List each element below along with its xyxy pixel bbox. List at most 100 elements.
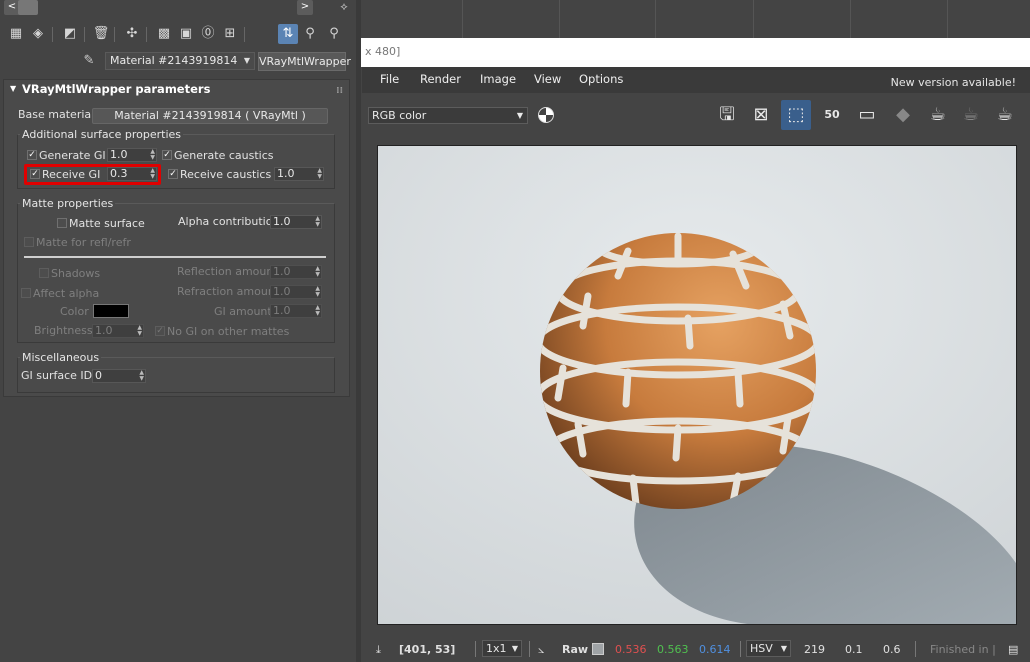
toolbar-separator (84, 27, 85, 42)
generate-caustics-label: Generate caustics (174, 149, 274, 162)
nav-next-button[interactable]: > (297, 0, 313, 15)
show-map-icon[interactable]: ▩ (154, 24, 174, 44)
spinner-arrows-icon[interactable]: ▲ ▼ (317, 168, 322, 180)
frame-icon[interactable]: ▭ (852, 100, 882, 130)
log-icon[interactable]: ▤ (1008, 643, 1018, 656)
channel-value: RGB color (372, 109, 427, 122)
render-image[interactable] (377, 145, 1017, 625)
spinner-arrows-icon[interactable]: ▲ ▼ (315, 305, 320, 317)
delete-icon[interactable]: 🗑 (91, 24, 111, 44)
get-material-icon[interactable]: ▦ (6, 24, 26, 44)
render-teapot-icon[interactable]: ☕ (923, 100, 953, 130)
status-separator (529, 641, 530, 657)
shadows-checkbox[interactable] (39, 268, 49, 278)
render-last-icon[interactable]: ☕ (990, 100, 1020, 130)
brightness-spinner[interactable]: 1.0 ▲ ▼ (92, 324, 144, 338)
receive-gi-spinner[interactable]: 0.3 ▲ ▼ (107, 167, 157, 181)
spinner-arrows-icon[interactable]: ▲ ▼ (137, 325, 142, 337)
go-forward-sibling-icon[interactable]: ⚲ (324, 24, 344, 44)
material-name-text: Material #2143919814 (110, 54, 238, 67)
render-canvas (378, 146, 1016, 624)
pin-icon[interactable]: ⤓ (376, 643, 381, 657)
rollout-header[interactable]: ▼ VRayMtlWrapper parameters ⁞⁞ (4, 80, 349, 98)
color-space-select[interactable]: HSV ▼ (746, 640, 791, 657)
brightness-label: Brightness (34, 324, 93, 337)
gi-amount-value: 1.0 (273, 304, 291, 317)
menu-file[interactable]: File (380, 72, 399, 86)
menu-view[interactable]: View (534, 72, 561, 86)
refraction-amount-label: Refraction amount (177, 285, 280, 298)
pick-material-icon[interactable]: ⚲ (300, 24, 320, 44)
receive-caustics-checkbox[interactable]: ✓ (168, 169, 178, 179)
gi-amount-spinner[interactable]: 1.0 ▲ ▼ (270, 304, 322, 318)
pixel-coords: [401, 53] (399, 643, 456, 656)
raw-mode-label: Raw (562, 643, 589, 656)
status-separator (915, 641, 916, 657)
clear-image-icon[interactable]: ⊠ (746, 100, 776, 130)
spinner-arrows-icon[interactable]: ▲ ▼ (315, 266, 320, 278)
reflection-amount-spinner[interactable]: 1.0 ▲ ▼ (270, 265, 322, 279)
matte-refl-checkbox[interactable] (24, 237, 34, 247)
generate-gi-checkbox[interactable]: ✓ (27, 150, 37, 160)
gi-surface-id-label: GI surface ID (21, 369, 93, 382)
divider (24, 256, 326, 258)
material-type-button[interactable]: VRayMtlWrapper (258, 52, 351, 71)
generate-caustics-checkbox[interactable]: ✓ (162, 150, 172, 160)
put-to-scene-icon[interactable]: ◈ (28, 24, 48, 44)
track-mouse-icon[interactable]: ◆ (888, 100, 918, 130)
zoom-50-icon[interactable]: 50 (817, 100, 847, 130)
affect-alpha-checkbox[interactable] (21, 288, 31, 298)
alpha-contribution-spinner[interactable]: 1.0 ▲ ▼ (270, 215, 322, 229)
panel-menu-icon[interactable]: ⟡ (336, 0, 352, 15)
viewport-gridline (947, 0, 948, 38)
spinner-arrows-icon[interactable]: ▲ ▼ (139, 370, 144, 382)
spinner-arrows-icon[interactable]: ▲ ▼ (315, 216, 320, 228)
viewport-gridline (559, 0, 560, 38)
grip-icon[interactable]: ⁞⁞ (336, 82, 343, 100)
gi-surface-id-spinner[interactable]: 0 ▲ ▼ (92, 369, 146, 383)
refraction-amount-spinner[interactable]: 1.0 ▲ ▼ (270, 285, 322, 299)
parameters-rollout: ▼ VRayMtlWrapper parameters ⁞⁞ Base mate… (3, 79, 350, 397)
spinner-arrows-icon[interactable]: ▲ ▼ (150, 149, 155, 161)
toolbar-separator (114, 27, 115, 42)
spinner-arrows-icon[interactable]: ▲ ▼ (315, 286, 320, 298)
reflection-amount-label: Reflection amount (177, 265, 278, 278)
base-material-button[interactable]: Material #2143919814 ( VRayMtl ) (92, 108, 328, 124)
generate-gi-label: Generate GI (39, 149, 106, 162)
receive-caustics-spinner[interactable]: 1.0 ▲ ▼ (274, 167, 324, 181)
editor-toolbar: ▦ ◈ ◩ 🗑 ✣ ▩ ▣ ⓪ ⊞ ⇅ ⚲ ⚲ (4, 24, 349, 46)
generate-gi-spinner[interactable]: 1.0 ▲ ▼ (107, 148, 157, 162)
save-image-icon[interactable]: 🖫 (712, 100, 742, 130)
save-to-library-icon[interactable]: ▣ (176, 24, 196, 44)
no-gi-mattes-checkbox[interactable]: ✓ (155, 326, 165, 336)
menu-render[interactable]: Render (420, 72, 461, 86)
receive-gi-checkbox[interactable]: ✓ (30, 169, 40, 179)
eyedropper-icon[interactable]: ✎ (80, 51, 98, 71)
material-id-icon[interactable]: ⓪ (198, 24, 218, 44)
matte-color-swatch[interactable] (93, 304, 129, 318)
interactive-render-icon[interactable]: ☕ (956, 100, 986, 130)
region-render-icon[interactable]: ⬚ (781, 100, 811, 130)
matte-surface-checkbox[interactable] (57, 218, 67, 228)
channel-select[interactable]: RGB color ▼ (368, 107, 528, 124)
gamma-icon[interactable]: ⦣ (538, 643, 544, 657)
new-version-link[interactable]: New version available! (891, 76, 1016, 89)
menu-options[interactable]: Options (579, 72, 623, 86)
viewport-gridline (655, 0, 656, 38)
go-to-parent-icon[interactable]: ⇅ (278, 24, 298, 44)
affect-alpha-label: Affect alpha (33, 287, 100, 300)
material-name-field[interactable]: Material #2143919814 ▼ (105, 52, 255, 70)
mono-toggle-icon[interactable] (538, 107, 554, 123)
nav-scroll-thumb[interactable] (18, 0, 38, 15)
assign-to-selection-icon[interactable]: ◩ (60, 24, 80, 44)
receive-caustics-value: 1.0 (277, 167, 295, 180)
panel-splitter[interactable] (356, 0, 361, 662)
spinner-arrows-icon[interactable]: ▲ ▼ (150, 168, 155, 180)
menu-image[interactable]: Image (480, 72, 516, 86)
sampling-select[interactable]: 1x1 ▼ (482, 640, 522, 657)
generate-gi-value: 1.0 (110, 148, 128, 161)
material-editor-panel: < > ⟡ ▦ ◈ ◩ 🗑 ✣ ▩ ▣ ⓪ ⊞ ⇅ ⚲ ⚲ ✎ Material… (0, 0, 356, 662)
show-shaded-icon[interactable]: ⊞ (220, 24, 240, 44)
matte-refl-label: Matte for refl/refr (36, 236, 131, 249)
make-unique-icon[interactable]: ✣ (122, 24, 142, 44)
